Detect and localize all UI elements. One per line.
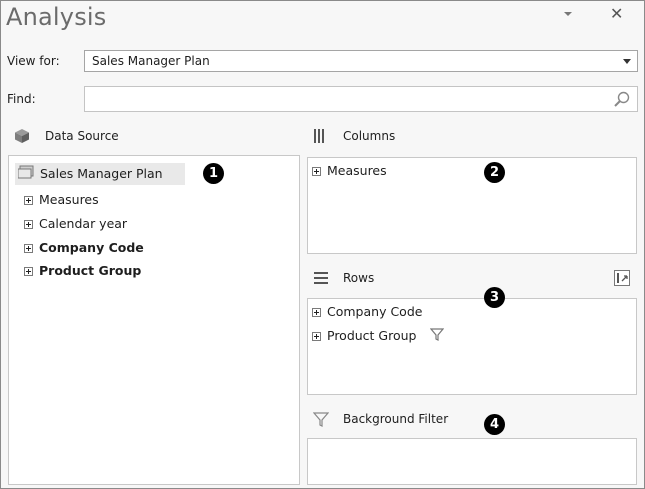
tree-item-measures[interactable]: Measures (24, 191, 99, 209)
expand-icon[interactable] (312, 308, 321, 317)
find-label: Find: (7, 92, 36, 106)
background-filter-panel (307, 438, 637, 485)
chevron-down-icon (623, 59, 631, 64)
rows-icon (313, 270, 329, 286)
data-source-header: Data Source (14, 128, 214, 146)
expand-icon[interactable] (312, 167, 321, 176)
filter-icon (312, 411, 330, 427)
tree-item-company-code[interactable]: Company Code (24, 239, 144, 257)
view-for-value: Sales Manager Plan (92, 54, 210, 68)
tree-item-calendar-year[interactable]: Calendar year (24, 215, 127, 233)
columns-icon (313, 128, 329, 144)
expand-icon[interactable] (24, 267, 33, 276)
rows-header: Rows (313, 270, 513, 288)
dropdown-icon[interactable] (560, 6, 576, 22)
view-for-select[interactable]: Sales Manager Plan (84, 50, 638, 72)
expand-icon[interactable] (24, 196, 33, 205)
callout-badge: 4 (484, 414, 505, 435)
find-field[interactable] (84, 86, 638, 112)
rows-item-company-code[interactable]: Company Code (312, 303, 422, 321)
callout-badge: 1 (203, 163, 224, 184)
find-input[interactable] (89, 90, 613, 110)
view-for-label: View for: (7, 54, 60, 68)
background-filter-header: Background Filter (312, 411, 513, 429)
rows-item-product-group[interactable]: Product Group (312, 327, 445, 346)
expand-icon[interactable] (312, 332, 321, 341)
callout-badge: 2 (484, 162, 505, 183)
model-icon (17, 165, 34, 184)
filter-icon[interactable] (430, 327, 445, 346)
tree-root[interactable]: Sales Manager Plan (17, 165, 163, 184)
panel-title: Analysis (6, 3, 107, 31)
close-icon[interactable]: ✕ (610, 6, 623, 22)
expand-icon[interactable] (24, 220, 33, 229)
columns-item-measures[interactable]: Measures (312, 162, 387, 180)
callout-badge: 3 (484, 287, 505, 308)
swap-axes-icon[interactable] (614, 270, 630, 286)
tree-item-product-group[interactable]: Product Group (24, 262, 141, 280)
cube-icon (14, 128, 30, 144)
columns-header: Columns (313, 128, 513, 146)
search-icon[interactable] (613, 90, 631, 108)
expand-icon[interactable] (24, 244, 33, 253)
